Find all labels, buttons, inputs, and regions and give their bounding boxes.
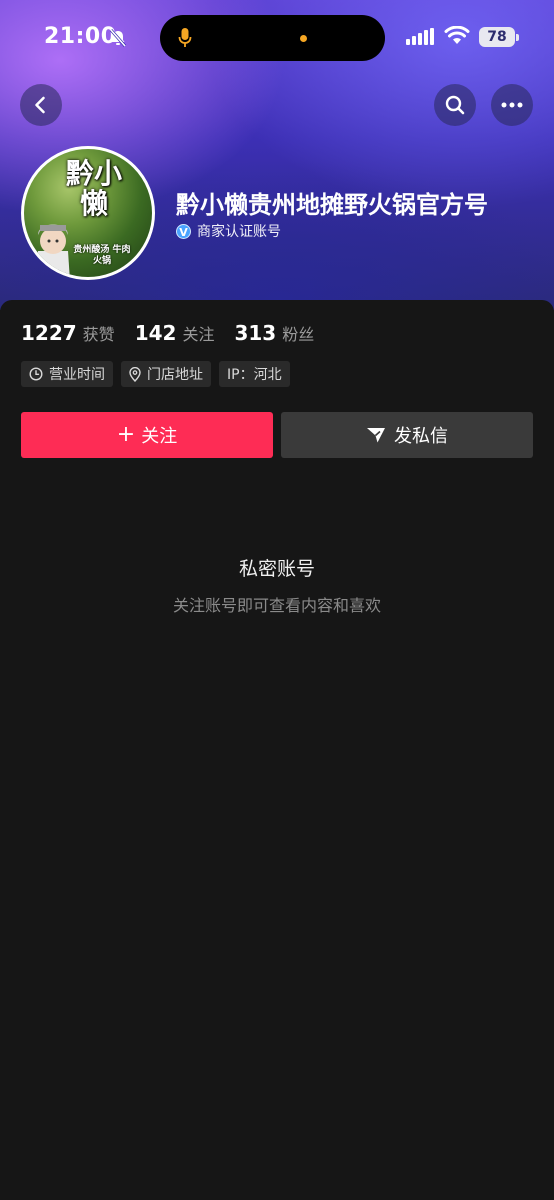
verified-v-icon: V — [176, 223, 191, 239]
cellular-signal-icon — [406, 28, 434, 45]
tag-label: 营业时间 — [49, 367, 105, 383]
plus-icon: + — [116, 422, 136, 447]
profile-name: 黔小懒贵州地摊野火锅官方号 — [176, 191, 488, 219]
stat-value: 1227 — [21, 321, 77, 345]
status-bar: 21:00 78 — [0, 0, 554, 76]
back-button[interactable] — [20, 84, 62, 126]
avatar-logo-subtext: 贵州酸汤 牛肉火锅 — [73, 245, 131, 266]
stat-value: 313 — [234, 321, 277, 345]
wifi-icon — [444, 26, 470, 44]
clock-icon — [29, 367, 43, 381]
private-account-subtitle: 关注账号即可查看内容和喜欢 — [172, 596, 381, 615]
profile-stats: 1227 获赞 142 关注 313 粉丝 — [21, 321, 334, 345]
profile-tags: 营业时间 门店地址 IP：河北 — [21, 361, 298, 387]
stat-label: 关注 — [182, 325, 215, 344]
tag-ip-location: IP：河北 — [219, 361, 290, 387]
more-options-button[interactable] — [491, 84, 533, 126]
search-button[interactable] — [434, 84, 476, 126]
more-dots-icon — [501, 102, 523, 108]
verified-badge[interactable]: V 商家认证账号 — [176, 222, 281, 240]
tag-store-address[interactable]: 门店地址 — [121, 361, 211, 387]
bell-off-icon — [109, 29, 127, 47]
search-icon — [445, 95, 465, 115]
stat-followers[interactable]: 313 粉丝 — [234, 321, 314, 345]
send-message-button[interactable]: 发私信 — [281, 412, 533, 458]
location-pin-icon — [129, 366, 141, 382]
chevron-left-icon — [35, 96, 45, 114]
verified-label: 商家认证账号 — [197, 224, 281, 240]
private-account-title: 私密账号 — [238, 558, 315, 580]
stat-following[interactable]: 142 关注 — [135, 321, 215, 345]
send-message-icon — [367, 428, 385, 443]
microphone-icon — [178, 28, 192, 47]
follow-button[interactable]: + 关注 — [21, 412, 273, 458]
privacy-indicator-dot — [300, 35, 307, 42]
tag-label: IP：河北 — [227, 367, 282, 383]
tag-business-hours[interactable]: 营业时间 — [21, 361, 113, 387]
battery-indicator: 78 — [479, 27, 519, 47]
stat-likes[interactable]: 1227 获赞 — [21, 321, 115, 345]
dynamic-island — [160, 15, 385, 61]
send-message-label: 发私信 — [394, 426, 448, 447]
avatar-logo-text: 黔小懒 — [65, 157, 122, 220]
stat-label: 粉丝 — [282, 325, 315, 344]
stat-value: 142 — [134, 321, 177, 345]
avatar-character-illustration — [36, 224, 70, 277]
status-time: 21:00 — [44, 24, 117, 49]
follow-label: 关注 — [141, 426, 178, 447]
stat-label: 获赞 — [82, 325, 115, 344]
tag-label: 门店地址 — [147, 367, 203, 383]
avatar[interactable]: 黔小懒 贵州酸汤 牛肉火锅 — [21, 146, 155, 280]
